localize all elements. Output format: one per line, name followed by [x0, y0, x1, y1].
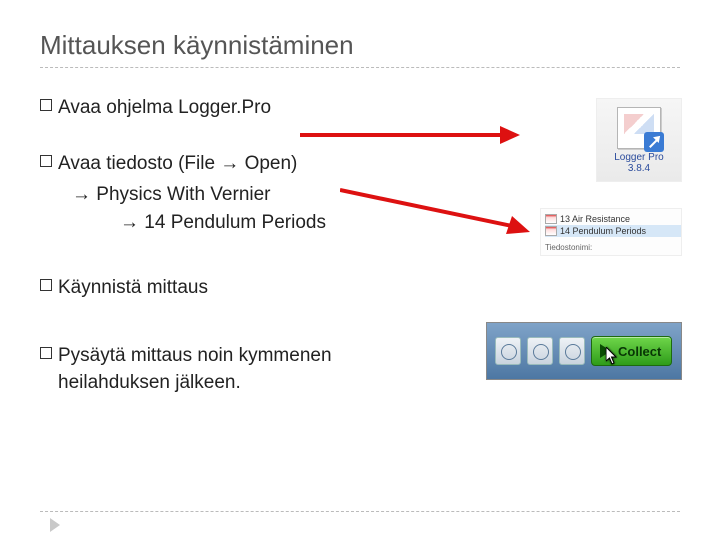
- file-row: 13 Air Resistance: [545, 213, 681, 225]
- bullet-3: Käynnistä mittaus: [40, 274, 680, 302]
- bullet-2-text: tiedosto (File → Open): [101, 153, 297, 174]
- bullet-1-text: ohjelma Logger.Pro: [101, 97, 271, 118]
- play-icon: [600, 344, 611, 358]
- slide-marker-icon: [50, 518, 60, 532]
- collect-button-label: Collect: [618, 344, 661, 359]
- loggerpro-label-1: Logger Pro: [614, 152, 663, 163]
- bullet-1-prefix: Avaa: [58, 97, 101, 118]
- loggerpro-label-2: 3.8.4: [628, 163, 650, 174]
- file-icon: [545, 214, 557, 224]
- toolbar-button-icon: [495, 337, 521, 365]
- file-row-1-label: 13 Air Resistance: [560, 214, 630, 225]
- divider: [40, 67, 680, 68]
- bullet-marker-icon: [40, 279, 52, 291]
- bullet-2-prefix: Avaa: [58, 153, 101, 174]
- toolbar-preview: Collect: [486, 322, 682, 380]
- collect-button: Collect: [591, 336, 672, 366]
- bullet-marker-icon: [40, 347, 52, 359]
- bullet-2-sub1: → Physics With Vernier: [72, 181, 680, 209]
- file-icon: [545, 226, 557, 236]
- file-open-preview: 13 Air Resistance 14 Pendulum Periods Ti…: [540, 208, 682, 256]
- bullet-4-prefix: Pysäytä: [58, 345, 126, 366]
- file-row-selected: 14 Pendulum Periods: [545, 225, 681, 237]
- bullet-3-text: mittaus: [141, 277, 208, 298]
- divider: [40, 511, 680, 512]
- bullet-marker-icon: [40, 155, 52, 167]
- bullet-3-prefix: Käynnistä: [58, 277, 141, 298]
- file-caption: Tiedostonimi:: [545, 243, 592, 253]
- loggerpro-glyph-icon: [617, 107, 661, 149]
- loggerpro-shortcut-icon: Logger Pro 3.8.4: [596, 98, 682, 182]
- shortcut-arrow-icon: [644, 132, 664, 152]
- file-row-2-label: 14 Pendulum Periods: [560, 226, 646, 237]
- page-title: Mittauksen käynnistäminen: [40, 30, 680, 61]
- bullet-marker-icon: [40, 99, 52, 111]
- bullet-2: Avaa tiedosto (File → Open): [40, 150, 680, 178]
- toolbar-button-icon: [527, 337, 553, 365]
- toolbar-button-icon: [559, 337, 585, 365]
- bullet-1: Avaa ohjelma Logger.Pro: [40, 94, 680, 122]
